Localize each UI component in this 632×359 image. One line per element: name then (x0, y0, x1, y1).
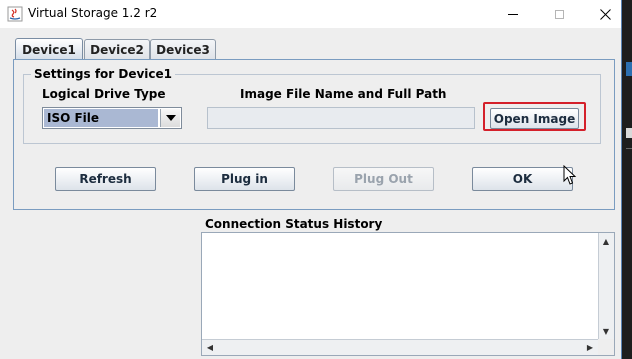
maximize-icon (554, 9, 564, 19)
scroll-down-icon[interactable]: ▼ (599, 324, 613, 338)
scroll-up-icon[interactable]: ▲ (599, 234, 613, 248)
settings-group-title: Settings for Device1 (31, 67, 176, 81)
status-history-area[interactable]: ▲ ▼ ◀ ▶ (201, 232, 615, 356)
refresh-button[interactable]: Refresh (55, 167, 156, 191)
device1-panel: Settings for Device1 Logical Drive Type … (13, 59, 615, 210)
java-app-icon (7, 6, 23, 22)
close-icon (599, 8, 611, 20)
scroll-left-icon[interactable]: ◀ (203, 340, 217, 354)
scrollbar-corner (598, 339, 614, 355)
plug-in-button[interactable]: Plug in (194, 167, 295, 191)
tab-device3[interactable]: Device3 (150, 39, 216, 59)
ok-button[interactable]: OK (472, 167, 573, 191)
horizontal-scrollbar[interactable]: ◀ ▶ (202, 339, 598, 355)
virtual-storage-window: Virtual Storage 1.2 r2 Device1 Device2 D… (0, 0, 622, 359)
open-image-highlight: Open Image (483, 102, 586, 131)
minimize-icon (508, 13, 518, 15)
image-path-field[interactable] (207, 107, 475, 129)
window-title: Virtual Storage 1.2 r2 (28, 6, 158, 20)
mouse-cursor-icon (563, 165, 577, 185)
maximize-button[interactable] (536, 0, 582, 28)
minimize-button[interactable] (490, 0, 536, 28)
title-bar[interactable]: Virtual Storage 1.2 r2 (0, 0, 621, 28)
open-image-button[interactable]: Open Image (490, 108, 579, 129)
close-button[interactable] (582, 0, 628, 28)
vertical-scrollbar[interactable]: ▲ ▼ (598, 233, 614, 339)
drive-type-select[interactable]: ISO File (42, 107, 182, 129)
tab-device1[interactable]: Device1 (15, 38, 83, 60)
status-history-title: Connection Status History (205, 217, 383, 231)
background-element (626, 148, 632, 149)
background-element (626, 62, 632, 76)
dropdown-button[interactable] (160, 109, 180, 127)
chevron-down-icon (165, 115, 176, 121)
tab-device2[interactable]: Device2 (84, 39, 150, 59)
plug-out-button[interactable]: Plug Out (333, 167, 434, 191)
background-element (626, 128, 632, 138)
scroll-right-icon[interactable]: ▶ (583, 340, 597, 354)
settings-group: Settings for Device1 Logical Drive Type … (23, 67, 601, 144)
drive-type-label: Logical Drive Type (42, 87, 166, 101)
image-path-label: Image File Name and Full Path (240, 87, 447, 101)
drive-type-value: ISO File (44, 109, 158, 127)
background-window (622, 0, 632, 359)
window-content: Device1 Device2 Device3 Settings for Dev… (1, 28, 621, 359)
